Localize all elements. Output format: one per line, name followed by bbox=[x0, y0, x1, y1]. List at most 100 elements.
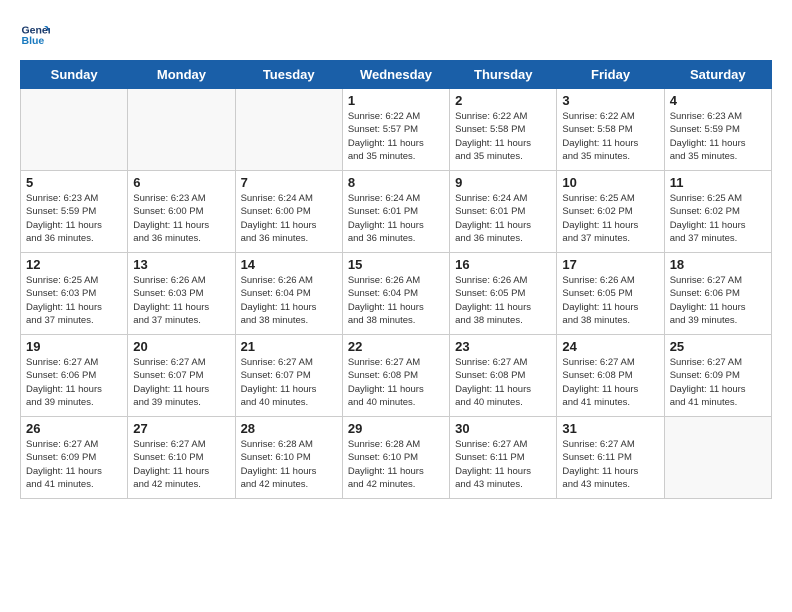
svg-text:Blue: Blue bbox=[22, 35, 45, 47]
day-info: Sunrise: 6:27 AM Sunset: 6:08 PM Dayligh… bbox=[562, 356, 658, 409]
day-cell-14: 14 Sunrise: 6:26 AM Sunset: 6:04 PM Dayli… bbox=[235, 253, 342, 335]
day-number: 20 bbox=[133, 339, 229, 354]
day-number: 9 bbox=[455, 175, 551, 190]
day-info: Sunrise: 6:23 AM Sunset: 5:59 PM Dayligh… bbox=[670, 110, 766, 163]
day-info: Sunrise: 6:24 AM Sunset: 6:01 PM Dayligh… bbox=[455, 192, 551, 245]
day-info: Sunrise: 6:27 AM Sunset: 6:11 PM Dayligh… bbox=[562, 438, 658, 491]
day-cell-8: 8 Sunrise: 6:24 AM Sunset: 6:01 PM Daylig… bbox=[342, 171, 449, 253]
day-info: Sunrise: 6:24 AM Sunset: 6:01 PM Dayligh… bbox=[348, 192, 444, 245]
day-number: 18 bbox=[670, 257, 766, 272]
day-cell-7: 7 Sunrise: 6:24 AM Sunset: 6:00 PM Daylig… bbox=[235, 171, 342, 253]
day-cell-29: 29 Sunrise: 6:28 AM Sunset: 6:10 PM Dayli… bbox=[342, 417, 449, 499]
day-number: 19 bbox=[26, 339, 122, 354]
day-cell-18: 18 Sunrise: 6:27 AM Sunset: 6:06 PM Dayli… bbox=[664, 253, 771, 335]
day-header-saturday: Saturday bbox=[664, 61, 771, 89]
page-header: General Blue bbox=[20, 20, 772, 50]
day-info: Sunrise: 6:26 AM Sunset: 6:05 PM Dayligh… bbox=[455, 274, 551, 327]
day-info: Sunrise: 6:27 AM Sunset: 6:09 PM Dayligh… bbox=[26, 438, 122, 491]
day-header-tuesday: Tuesday bbox=[235, 61, 342, 89]
day-cell-24: 24 Sunrise: 6:27 AM Sunset: 6:08 PM Dayli… bbox=[557, 335, 664, 417]
day-number: 29 bbox=[348, 421, 444, 436]
day-cell-31: 31 Sunrise: 6:27 AM Sunset: 6:11 PM Dayli… bbox=[557, 417, 664, 499]
day-info: Sunrise: 6:27 AM Sunset: 6:06 PM Dayligh… bbox=[26, 356, 122, 409]
day-number: 6 bbox=[133, 175, 229, 190]
day-cell-9: 9 Sunrise: 6:24 AM Sunset: 6:01 PM Daylig… bbox=[450, 171, 557, 253]
day-header-wednesday: Wednesday bbox=[342, 61, 449, 89]
day-info: Sunrise: 6:22 AM Sunset: 5:58 PM Dayligh… bbox=[455, 110, 551, 163]
day-number: 4 bbox=[670, 93, 766, 108]
day-number: 3 bbox=[562, 93, 658, 108]
empty-cell bbox=[21, 89, 128, 171]
day-header-thursday: Thursday bbox=[450, 61, 557, 89]
day-number: 24 bbox=[562, 339, 658, 354]
day-number: 8 bbox=[348, 175, 444, 190]
day-cell-1: 1 Sunrise: 6:22 AM Sunset: 5:57 PM Daylig… bbox=[342, 89, 449, 171]
day-info: Sunrise: 6:26 AM Sunset: 6:04 PM Dayligh… bbox=[348, 274, 444, 327]
day-number: 21 bbox=[241, 339, 337, 354]
day-cell-21: 21 Sunrise: 6:27 AM Sunset: 6:07 PM Dayli… bbox=[235, 335, 342, 417]
day-info: Sunrise: 6:27 AM Sunset: 6:07 PM Dayligh… bbox=[241, 356, 337, 409]
day-header-sunday: Sunday bbox=[21, 61, 128, 89]
calendar-table: SundayMondayTuesdayWednesdayThursdayFrid… bbox=[20, 60, 772, 499]
week-row-4: 19 Sunrise: 6:27 AM Sunset: 6:06 PM Dayli… bbox=[21, 335, 772, 417]
day-info: Sunrise: 6:25 AM Sunset: 6:02 PM Dayligh… bbox=[562, 192, 658, 245]
day-info: Sunrise: 6:25 AM Sunset: 6:03 PM Dayligh… bbox=[26, 274, 122, 327]
day-number: 11 bbox=[670, 175, 766, 190]
day-number: 23 bbox=[455, 339, 551, 354]
day-info: Sunrise: 6:22 AM Sunset: 5:58 PM Dayligh… bbox=[562, 110, 658, 163]
day-number: 7 bbox=[241, 175, 337, 190]
day-info: Sunrise: 6:27 AM Sunset: 6:06 PM Dayligh… bbox=[670, 274, 766, 327]
week-row-5: 26 Sunrise: 6:27 AM Sunset: 6:09 PM Dayli… bbox=[21, 417, 772, 499]
day-number: 5 bbox=[26, 175, 122, 190]
week-row-1: 1 Sunrise: 6:22 AM Sunset: 5:57 PM Daylig… bbox=[21, 89, 772, 171]
day-number: 10 bbox=[562, 175, 658, 190]
day-cell-6: 6Sunrise: 6:23 AM Sunset: 6:00 PM Daylig… bbox=[128, 171, 235, 253]
day-info: Sunrise: 6:23 AM Sunset: 5:59 PM Dayligh… bbox=[26, 192, 122, 245]
week-row-2: 5 Sunrise: 6:23 AM Sunset: 5:59 PM Daylig… bbox=[21, 171, 772, 253]
day-cell-12: 12Sunrise: 6:25 AM Sunset: 6:03 PM Dayli… bbox=[21, 253, 128, 335]
day-cell-13: 13 Sunrise: 6:26 AM Sunset: 6:03 PM Dayli… bbox=[128, 253, 235, 335]
day-cell-23: 23 Sunrise: 6:27 AM Sunset: 6:08 PM Dayli… bbox=[450, 335, 557, 417]
week-row-3: 12Sunrise: 6:25 AM Sunset: 6:03 PM Dayli… bbox=[21, 253, 772, 335]
day-cell-16: 16Sunrise: 6:26 AM Sunset: 6:05 PM Dayli… bbox=[450, 253, 557, 335]
day-cell-5: 5 Sunrise: 6:23 AM Sunset: 5:59 PM Daylig… bbox=[21, 171, 128, 253]
day-number: 15 bbox=[348, 257, 444, 272]
empty-cell bbox=[128, 89, 235, 171]
day-info: Sunrise: 6:27 AM Sunset: 6:08 PM Dayligh… bbox=[455, 356, 551, 409]
day-number: 14 bbox=[241, 257, 337, 272]
day-number: 22 bbox=[348, 339, 444, 354]
day-number: 30 bbox=[455, 421, 551, 436]
day-cell-28: 28Sunrise: 6:28 AM Sunset: 6:10 PM Dayli… bbox=[235, 417, 342, 499]
day-cell-27: 27Sunrise: 6:27 AM Sunset: 6:10 PM Dayli… bbox=[128, 417, 235, 499]
day-info: Sunrise: 6:27 AM Sunset: 6:07 PM Dayligh… bbox=[133, 356, 229, 409]
day-header-monday: Monday bbox=[128, 61, 235, 89]
day-info: Sunrise: 6:27 AM Sunset: 6:11 PM Dayligh… bbox=[455, 438, 551, 491]
day-number: 25 bbox=[670, 339, 766, 354]
day-number: 13 bbox=[133, 257, 229, 272]
day-number: 31 bbox=[562, 421, 658, 436]
day-info: Sunrise: 6:26 AM Sunset: 6:05 PM Dayligh… bbox=[562, 274, 658, 327]
day-number: 1 bbox=[348, 93, 444, 108]
day-cell-30: 30 Sunrise: 6:27 AM Sunset: 6:11 PM Dayli… bbox=[450, 417, 557, 499]
day-info: Sunrise: 6:28 AM Sunset: 6:10 PM Dayligh… bbox=[348, 438, 444, 491]
day-cell-20: 20 Sunrise: 6:27 AM Sunset: 6:07 PM Dayli… bbox=[128, 335, 235, 417]
empty-cell bbox=[235, 89, 342, 171]
day-info: Sunrise: 6:24 AM Sunset: 6:00 PM Dayligh… bbox=[241, 192, 337, 245]
day-cell-25: 25 Sunrise: 6:27 AM Sunset: 6:09 PM Dayli… bbox=[664, 335, 771, 417]
day-cell-15: 15 Sunrise: 6:26 AM Sunset: 6:04 PM Dayli… bbox=[342, 253, 449, 335]
day-cell-4: 4 Sunrise: 6:23 AM Sunset: 5:59 PM Daylig… bbox=[664, 89, 771, 171]
day-number: 17 bbox=[562, 257, 658, 272]
day-number: 28 bbox=[241, 421, 337, 436]
day-cell-17: 17 Sunrise: 6:26 AM Sunset: 6:05 PM Dayli… bbox=[557, 253, 664, 335]
day-cell-22: 22Sunrise: 6:27 AM Sunset: 6:08 PM Dayli… bbox=[342, 335, 449, 417]
day-info: Sunrise: 6:22 AM Sunset: 5:57 PM Dayligh… bbox=[348, 110, 444, 163]
day-number: 26 bbox=[26, 421, 122, 436]
day-header-friday: Friday bbox=[557, 61, 664, 89]
day-cell-10: 10 Sunrise: 6:25 AM Sunset: 6:02 PM Dayli… bbox=[557, 171, 664, 253]
day-info: Sunrise: 6:26 AM Sunset: 6:04 PM Dayligh… bbox=[241, 274, 337, 327]
day-info: Sunrise: 6:27 AM Sunset: 6:10 PM Dayligh… bbox=[133, 438, 229, 491]
day-info: Sunrise: 6:26 AM Sunset: 6:03 PM Dayligh… bbox=[133, 274, 229, 327]
day-cell-3: 3 Sunrise: 6:22 AM Sunset: 5:58 PM Daylig… bbox=[557, 89, 664, 171]
day-info: Sunrise: 6:27 AM Sunset: 6:09 PM Dayligh… bbox=[670, 356, 766, 409]
day-number: 2 bbox=[455, 93, 551, 108]
